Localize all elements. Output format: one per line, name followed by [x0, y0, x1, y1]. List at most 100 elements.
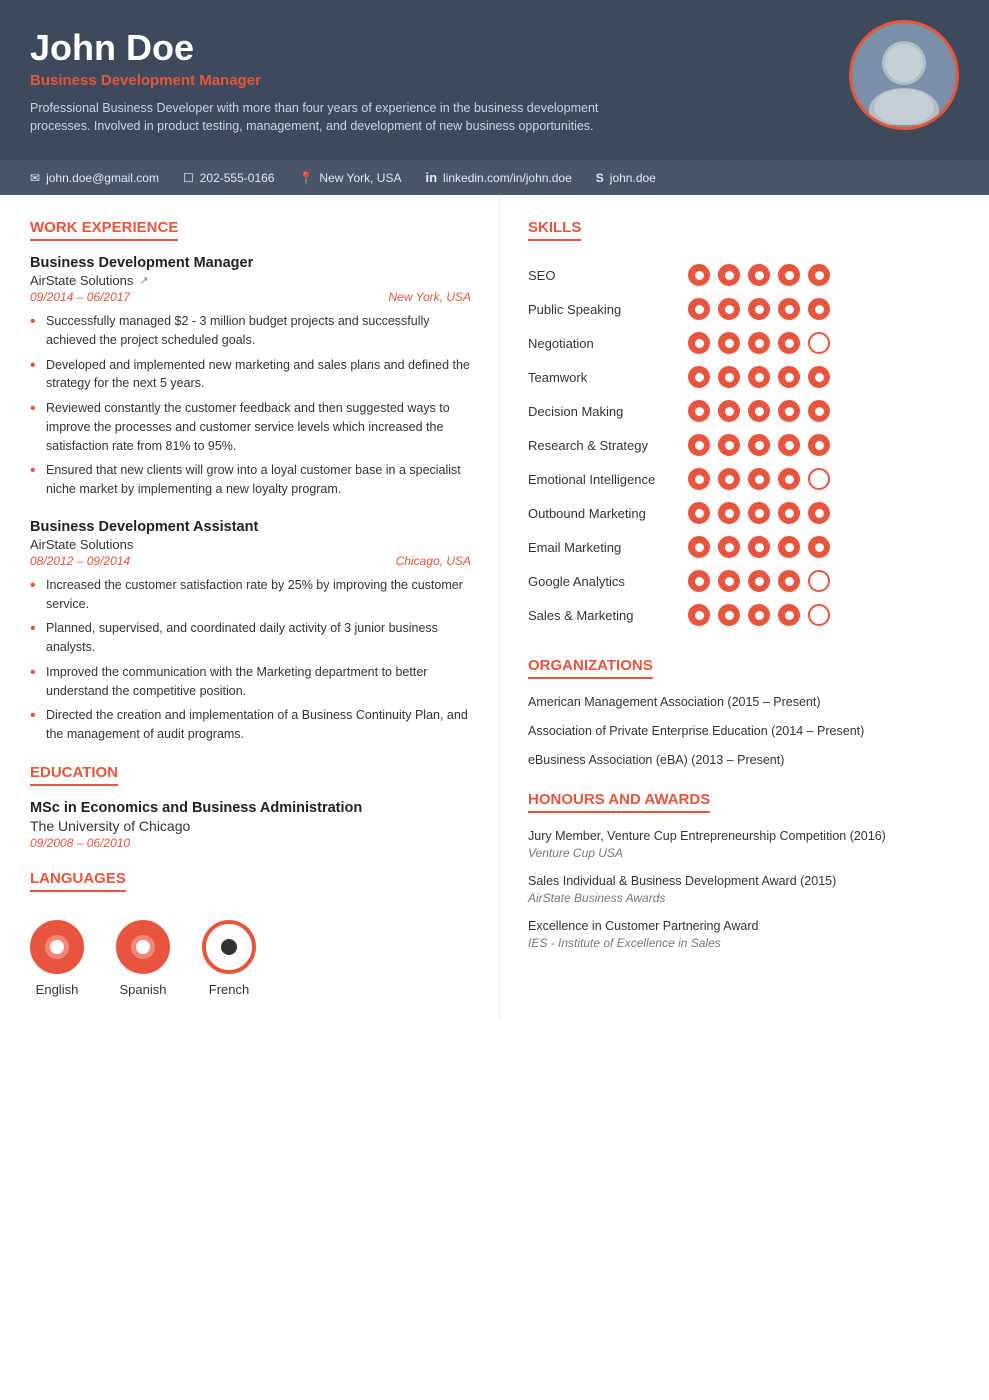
- language-items: English Spanish: [30, 920, 471, 997]
- award-title: Jury Member, Venture Cup Entrepreneurshi…: [528, 827, 959, 846]
- list-item: Planned, supervised, and coordinated dai…: [30, 619, 471, 657]
- list-item: Directed the creation and implementation…: [30, 706, 471, 744]
- filled-dot: [748, 332, 770, 354]
- filled-dot: [688, 502, 710, 524]
- list-item: Successfully managed $2 - 3 million budg…: [30, 312, 471, 350]
- award-org: IES - Institute of Excellence in Sales: [528, 936, 959, 950]
- job-2-dates: 08/2012 – 09/2014: [30, 554, 130, 568]
- skill-dots-cell: [688, 601, 959, 629]
- external-link-icon: ↗: [139, 274, 148, 287]
- location-icon: 📍: [298, 171, 313, 185]
- edu-1: MSc in Economics and Business Administra…: [30, 800, 471, 850]
- filled-dot: [718, 468, 740, 490]
- filled-dot: [688, 366, 710, 388]
- skill-dots: [688, 366, 959, 388]
- skills-title: SKILLS: [528, 219, 581, 241]
- skill-row: Email Marketing: [528, 533, 959, 561]
- filled-dot: [778, 332, 800, 354]
- skill-name: Decision Making: [528, 397, 688, 425]
- skill-dots: [688, 604, 959, 626]
- filled-dot: [688, 400, 710, 422]
- filled-dot: [778, 570, 800, 592]
- list-item: Developed and implemented new marketing …: [30, 356, 471, 394]
- job-2-bullets: Increased the customer satisfaction rate…: [30, 576, 471, 744]
- lang-french-label: French: [209, 982, 249, 997]
- lang-english: English: [30, 920, 84, 997]
- filled-dot: [778, 298, 800, 320]
- skill-dots: [688, 332, 959, 354]
- org-item: eBusiness Association (eBA) (2013 – Pres…: [528, 751, 959, 770]
- lang-english-circle: [30, 920, 84, 974]
- list-item: Reviewed constantly the customer feedbac…: [30, 399, 471, 455]
- phone-value: 202-555-0166: [200, 171, 275, 185]
- job-2-location: Chicago, USA: [396, 554, 471, 568]
- skill-dots: [688, 570, 959, 592]
- filled-dot: [748, 536, 770, 558]
- skill-dots-cell: [688, 465, 959, 493]
- filled-dot: [748, 264, 770, 286]
- skill-name: Outbound Marketing: [528, 499, 688, 527]
- filled-dot: [748, 366, 770, 388]
- skill-name: Negotiation: [528, 329, 688, 357]
- empty-dot: [808, 570, 830, 592]
- job-1-company: AirState Solutions ↗: [30, 273, 471, 288]
- skill-dots: [688, 536, 959, 558]
- skill-row: Outbound Marketing: [528, 499, 959, 527]
- empty-dot: [808, 332, 830, 354]
- skill-dots: [688, 400, 959, 422]
- job-2: Business Development Assistant AirState …: [30, 519, 471, 744]
- skill-name: Sales & Marketing: [528, 601, 688, 629]
- header-section: John Doe Business Development Manager Pr…: [0, 0, 989, 160]
- skill-dots: [688, 468, 959, 490]
- filled-dot: [778, 604, 800, 626]
- skill-row: Negotiation: [528, 329, 959, 357]
- empty-dot: [808, 468, 830, 490]
- list-item: Ensured that new clients will grow into …: [30, 461, 471, 499]
- edu-1-degree: MSc in Economics and Business Administra…: [30, 800, 471, 816]
- job-1-bullets: Successfully managed $2 - 3 million budg…: [30, 312, 471, 499]
- filled-dot: [808, 366, 830, 388]
- job-1-dates: 09/2014 – 06/2017: [30, 290, 130, 304]
- skill-row: Sales & Marketing: [528, 601, 959, 629]
- filled-dot: [778, 536, 800, 558]
- phone-icon: ☐: [183, 171, 194, 185]
- edu-1-school: The University of Chicago: [30, 818, 471, 834]
- filled-dot: [688, 570, 710, 592]
- skill-row: Research & Strategy: [528, 431, 959, 459]
- filled-dot: [718, 570, 740, 592]
- filled-dot: [718, 604, 740, 626]
- job-1-location: New York, USA: [389, 290, 471, 304]
- filled-dot: [688, 434, 710, 456]
- skill-dots: [688, 298, 959, 320]
- list-item: Improved the communication with the Mark…: [30, 663, 471, 701]
- filled-dot: [778, 434, 800, 456]
- skill-row: Google Analytics: [528, 567, 959, 595]
- award-item: Sales Individual & Business Development …: [528, 872, 959, 905]
- filled-dot: [808, 400, 830, 422]
- right-column: SKILLS SEO Public Speaking Negotiation Team…: [500, 195, 989, 1021]
- skype-contact: S john.doe: [596, 171, 656, 185]
- linkedin-icon: in: [425, 170, 437, 185]
- honours-title: HONOURS AND AWARDS: [528, 791, 710, 813]
- skill-dots-cell: [688, 363, 959, 391]
- filled-dot: [808, 502, 830, 524]
- lang-english-label: English: [36, 982, 79, 997]
- skill-row: SEO: [528, 261, 959, 289]
- filled-dot: [718, 264, 740, 286]
- org-item: American Management Association (2015 – …: [528, 693, 959, 712]
- filled-dot: [718, 502, 740, 524]
- filled-dot: [778, 502, 800, 524]
- filled-dot: [748, 434, 770, 456]
- job-1-meta: 09/2014 – 06/2017 New York, USA: [30, 290, 471, 304]
- lang-spanish-label: Spanish: [120, 982, 167, 997]
- filled-dot: [778, 366, 800, 388]
- list-item: Increased the customer satisfaction rate…: [30, 576, 471, 614]
- skill-row: Teamwork: [528, 363, 959, 391]
- filled-dot: [748, 604, 770, 626]
- skill-name: Public Speaking: [528, 295, 688, 323]
- skill-row: Decision Making: [528, 397, 959, 425]
- job-1-title: Business Development Manager: [30, 255, 471, 271]
- filled-dot: [748, 468, 770, 490]
- skill-dots: [688, 434, 959, 456]
- skill-name: Teamwork: [528, 363, 688, 391]
